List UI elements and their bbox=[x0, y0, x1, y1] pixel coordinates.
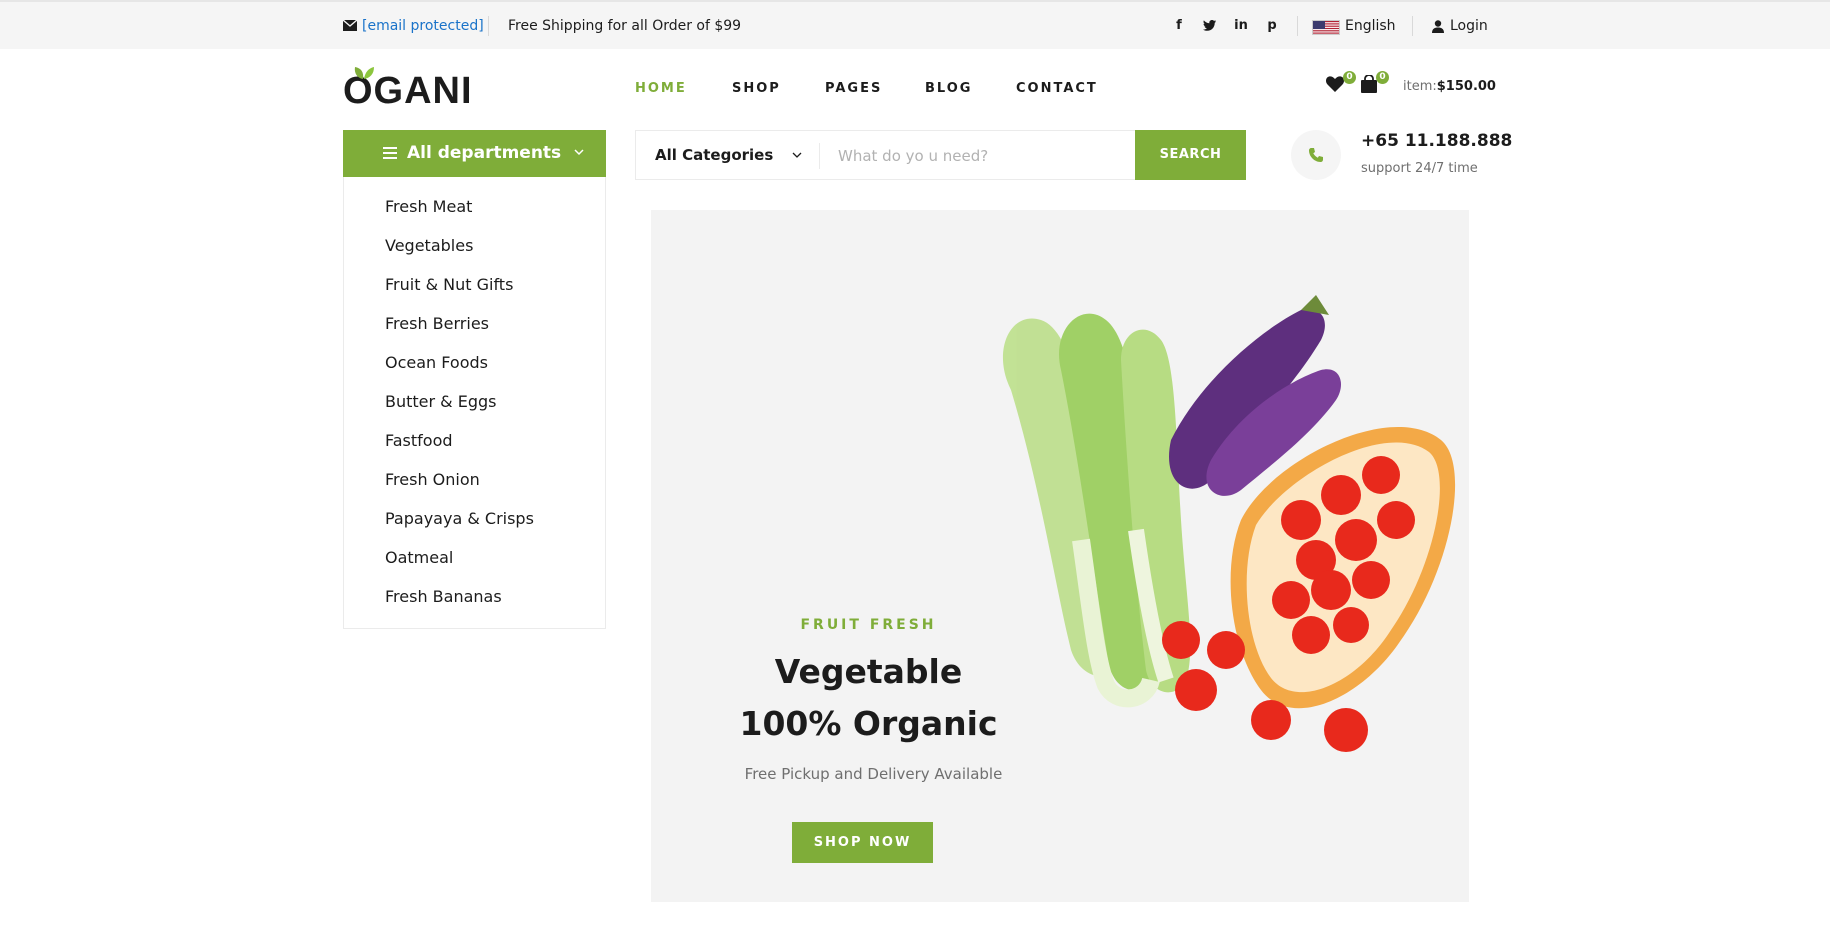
nav-shop[interactable]: SHOP bbox=[732, 81, 781, 96]
nav-contact[interactable]: CONTACT bbox=[1016, 81, 1098, 96]
hero-subtitle: Free Pickup and Delivery Available bbox=[744, 765, 1003, 783]
department-item-fresh-meat[interactable]: Fresh Meat bbox=[385, 197, 472, 216]
hero-tag: FRUIT FRESH bbox=[800, 617, 937, 633]
chevron-down-icon bbox=[574, 149, 584, 156]
login-link[interactable]: Login bbox=[1450, 18, 1488, 34]
language-selector[interactable]: English bbox=[1345, 18, 1396, 34]
cart-total-label: item: bbox=[1403, 79, 1437, 94]
department-item-vegetables[interactable]: Vegetables bbox=[385, 236, 473, 255]
cart-total-value: $150.00 bbox=[1436, 79, 1496, 94]
search-button[interactable]: SEARCH bbox=[1135, 130, 1246, 180]
logo[interactable]: OGANI bbox=[343, 67, 473, 114]
hero-title-line2: 100% Organic bbox=[739, 704, 998, 743]
support-text: support 24/7 time bbox=[1361, 161, 1478, 176]
top-bar: [email protected] Free Shipping for all … bbox=[0, 0, 1830, 49]
twitter-icon[interactable] bbox=[1201, 17, 1217, 33]
phone-icon bbox=[1309, 148, 1323, 162]
department-item-papayaya-crisps[interactable]: Papayaya & Crisps bbox=[385, 509, 534, 528]
wishlist-count-badge: 0 bbox=[1343, 71, 1356, 84]
nav-home[interactable]: HOME bbox=[635, 81, 687, 96]
divider bbox=[1412, 16, 1413, 36]
department-item-ocean-foods[interactable]: Ocean Foods bbox=[385, 353, 488, 372]
all-departments-label: All departments bbox=[407, 143, 562, 163]
phone-icon-circle bbox=[1291, 130, 1341, 180]
hero-title-line1: Vegetable bbox=[774, 652, 963, 691]
category-select[interactable]: All Categories bbox=[655, 146, 773, 164]
leaf-logo-icon bbox=[354, 67, 374, 79]
department-item-fresh-berries[interactable]: Fresh Berries bbox=[385, 314, 489, 333]
shipping-notice: Free Shipping for all Order of $99 bbox=[508, 18, 742, 34]
nav-pages[interactable]: PAGES bbox=[825, 81, 882, 96]
phone-number: +65 11.188.888 bbox=[1361, 131, 1513, 151]
facebook-icon[interactable]: f bbox=[1171, 17, 1187, 33]
nav-blog[interactable]: BLOG bbox=[925, 81, 972, 96]
user-icon bbox=[1432, 20, 1444, 33]
department-item-fresh-bananas[interactable]: Fresh Bananas bbox=[385, 587, 502, 606]
envelope-icon bbox=[343, 20, 357, 31]
hamburger-icon bbox=[383, 147, 397, 159]
departments-list: Fresh Meat Vegetables Fruit & Nut Gifts … bbox=[343, 177, 606, 629]
divider bbox=[488, 16, 489, 36]
department-item-oatmeal[interactable]: Oatmeal bbox=[385, 548, 453, 567]
us-flag-icon[interactable] bbox=[1312, 20, 1340, 35]
department-item-fruit-nut-gifts[interactable]: Fruit & Nut Gifts bbox=[385, 275, 513, 294]
cart-count-badge: 0 bbox=[1376, 71, 1389, 84]
divider bbox=[1297, 16, 1298, 36]
heart-icon[interactable] bbox=[1326, 76, 1344, 92]
shop-now-button[interactable]: SHOP NOW bbox=[792, 822, 933, 863]
search-input[interactable] bbox=[838, 143, 1138, 169]
cart-total[interactable]: item:$150.00 bbox=[1403, 79, 1496, 94]
all-departments-button[interactable]: All departments bbox=[343, 130, 606, 177]
department-item-butter-eggs[interactable]: Butter & Eggs bbox=[385, 392, 497, 411]
department-item-fastfood[interactable]: Fastfood bbox=[385, 431, 453, 450]
divider bbox=[819, 143, 820, 169]
chevron-down-icon[interactable] bbox=[792, 150, 802, 160]
email-link[interactable]: [email protected] bbox=[362, 18, 484, 34]
pinterest-icon[interactable]: p bbox=[1264, 17, 1280, 33]
hero-banner: FRUIT FRESH Vegetable 100% Organic Free … bbox=[651, 210, 1469, 902]
linkedin-icon[interactable]: in bbox=[1233, 17, 1249, 33]
department-item-fresh-onion[interactable]: Fresh Onion bbox=[385, 470, 480, 489]
